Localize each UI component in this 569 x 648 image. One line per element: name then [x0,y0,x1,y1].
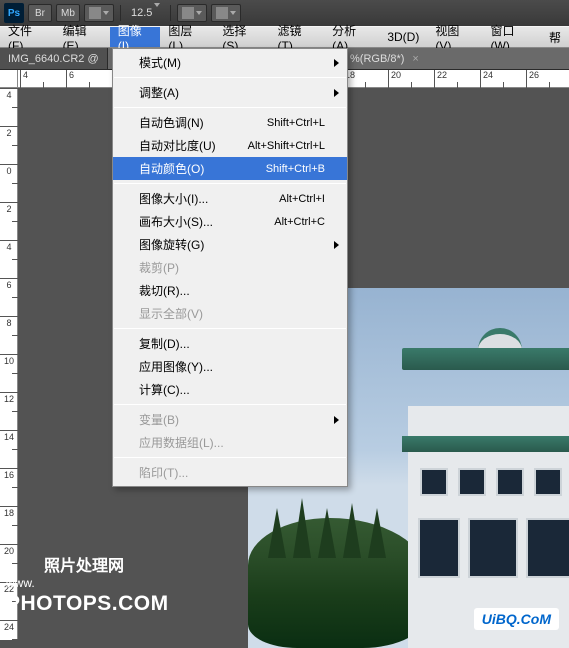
menubar: 文件(F) 编辑(E) 图像(I) 图层(L) 选择(S) 滤镜(T) 分析(A… [0,26,569,48]
menu-separator [114,404,346,405]
menu-item-label: 自动对比度(U) [139,137,216,154]
menu-window[interactable]: 窗口(W) [483,27,541,47]
menu-item-label: 应用数据组(L)... [139,434,224,451]
menu-item[interactable]: 画布大小(S)... Alt+Ctrl+C [113,210,347,233]
photoshop-logo: Ps [4,3,24,23]
menu-item-shortcut: Shift+Ctrl+L [267,117,325,129]
submenu-arrow-icon [334,89,339,97]
menu-item-label: 计算(C)... [139,381,190,398]
menu-separator [114,77,346,78]
menu-item-shortcut: Alt+Ctrl+I [279,193,325,205]
menu-analysis[interactable]: 分析(A) [324,27,379,47]
screen-mode-button[interactable] [211,4,241,22]
watermark-right: UiBQ.CoM [474,608,559,630]
ruler-corner [0,70,18,88]
bridge-button[interactable]: Br [28,4,52,22]
watermark-left: 照片处理网 www. PHOTOPS.COM [6,552,169,616]
menu-item: 变量(B) [113,408,347,431]
submenu-arrow-icon [334,241,339,249]
menu-item: 显示全部(V) [113,302,347,325]
minibridge-button[interactable]: Mb [56,4,80,22]
menu-item[interactable]: 自动对比度(U) Alt+Shift+Ctrl+L [113,134,347,157]
menu-view[interactable]: 视图(V) [427,27,482,47]
view-extras-button[interactable] [84,4,114,22]
menu-file[interactable]: 文件(F) [0,27,55,47]
menu-item-shortcut: Alt+Shift+Ctrl+L [248,140,325,152]
menu-select[interactable]: 选择(S) [214,27,269,47]
menu-item-label: 显示全部(V) [139,305,203,322]
menu-item-label: 模式(M) [139,54,181,71]
menu-item-shortcut: Alt+Ctrl+C [274,216,325,228]
menu-item-label: 图像大小(I)... [139,190,208,207]
menu-item-label: 裁切(R)... [139,282,190,299]
arrange-documents-button[interactable] [177,4,207,22]
menu-item[interactable]: 应用图像(Y)... [113,355,347,378]
menu-item[interactable]: 自动色调(N) Shift+Ctrl+L [113,111,347,134]
menu-filter[interactable]: 滤镜(T) [270,27,325,47]
document-tab[interactable]: IMG_6640.CR2 @ [0,48,108,69]
menu-separator [114,183,346,184]
menu-separator [114,457,346,458]
menu-separator [114,107,346,108]
image-menu-dropdown: 模式(M) 调整(A) 自动色调(N) Shift+Ctrl+L 自动对比度(U) Alt… [112,48,348,487]
menu-item-shortcut: Shift+Ctrl+B [266,163,325,175]
menu-3d[interactable]: 3D(D) [379,27,427,47]
submenu-arrow-icon [334,416,339,424]
menu-help[interactable]: 帮 [541,27,569,47]
menu-item-label: 自动色调(N) [139,114,204,131]
menu-separator [114,328,346,329]
menu-item-label: 图像旋转(G) [139,236,204,253]
menu-item[interactable]: 图像大小(I)... Alt+Ctrl+I [113,187,347,210]
menu-item[interactable]: 调整(A) [113,81,347,104]
menu-edit[interactable]: 编辑(E) [55,27,110,47]
menu-item-label: 画布大小(S)... [139,213,213,230]
menu-item-label: 自动颜色(O) [139,160,204,177]
zoom-level[interactable]: 12.5 [127,7,164,19]
submenu-arrow-icon [334,59,339,67]
menu-item-label: 变量(B) [139,411,179,428]
menu-item[interactable]: 模式(M) [113,51,347,74]
menu-item-label: 复制(D)... [139,335,190,352]
menu-item[interactable]: 裁切(R)... [113,279,347,302]
menu-item[interactable]: 图像旋转(G) [113,233,347,256]
menu-item: 应用数据组(L)... [113,431,347,454]
menu-item-label: 应用图像(Y)... [139,358,213,375]
menu-item: 陷印(T)... [113,461,347,484]
menu-item[interactable]: 复制(D)... [113,332,347,355]
menu-item-label: 调整(A) [139,84,179,101]
menu-item[interactable]: 自动颜色(O) Shift+Ctrl+B [113,157,347,180]
menu-item[interactable]: 计算(C)... [113,378,347,401]
menu-item-label: 陷印(T)... [139,464,188,481]
menu-layer[interactable]: 图层(L) [160,27,214,47]
close-tab-icon[interactable]: × [412,53,418,65]
menu-image[interactable]: 图像(I) [110,27,161,47]
menu-item-label: 裁剪(P) [139,259,179,276]
menu-item: 裁剪(P) [113,256,347,279]
